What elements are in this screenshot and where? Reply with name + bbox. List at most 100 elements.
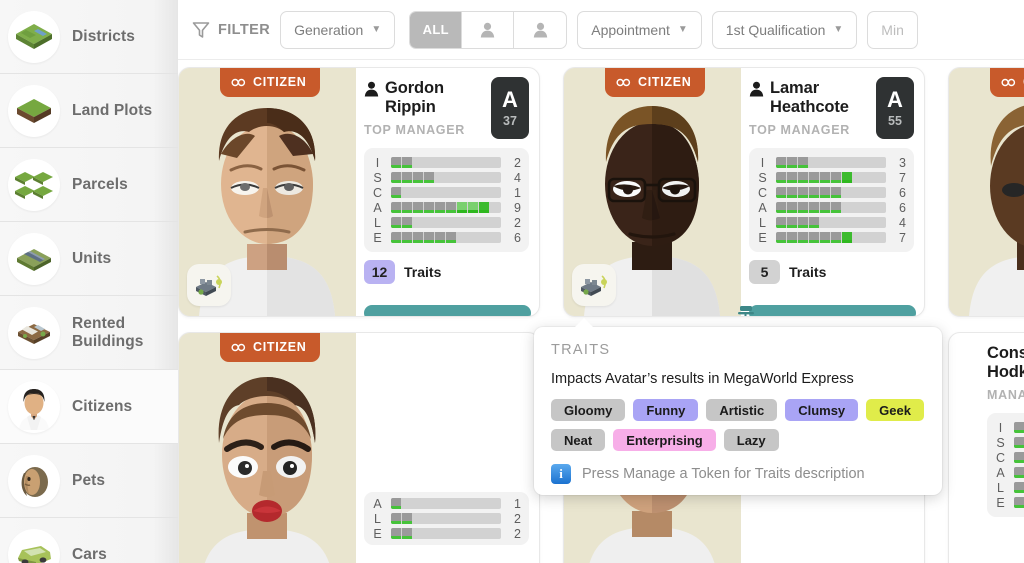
stat-key: E bbox=[996, 495, 1005, 510]
stat-row: I 1 bbox=[993, 420, 1024, 435]
stat-value: 2 bbox=[514, 155, 521, 170]
sidebar-item-pets[interactable]: Pets bbox=[0, 444, 178, 518]
citizen-card[interactable]: CITIZEN bbox=[563, 67, 925, 317]
avatar-art: CITIZEN bbox=[564, 68, 741, 316]
avatar-art: CITIZEN bbox=[179, 333, 356, 563]
stat-row: E 6 bbox=[370, 230, 521, 245]
trait-pill[interactable]: Geek bbox=[866, 399, 924, 421]
stat-value: 4 bbox=[514, 170, 521, 185]
person-bust-icon bbox=[749, 81, 764, 97]
rank-letter: A bbox=[887, 86, 903, 112]
card-body: A 1 L 2 E 2 bbox=[356, 333, 539, 563]
sidebar-item-label: Cars bbox=[72, 545, 107, 563]
tooltip-title: TRAITS bbox=[551, 342, 611, 358]
stat-track bbox=[1014, 467, 1024, 478]
stats-panel: I 1 S 1 C 1 A bbox=[987, 413, 1024, 517]
stat-row: L 2 bbox=[370, 215, 521, 230]
stat-track bbox=[1014, 422, 1024, 433]
stat-track bbox=[776, 202, 886, 213]
sidebar-item-label: Land Plots bbox=[72, 101, 153, 119]
stat-value: 1 bbox=[514, 185, 521, 200]
sidebar-item-citizens[interactable]: Citizens bbox=[0, 370, 178, 444]
appointment-dropdown-label: Appointment bbox=[591, 21, 670, 38]
citizen-card[interactable]: CITIZEN bbox=[948, 67, 1024, 317]
tooltip-footer-text: Press Manage a Token for Traits descript… bbox=[582, 466, 865, 482]
trait-pill[interactable]: Artistic bbox=[706, 399, 778, 421]
stat-track bbox=[776, 232, 886, 243]
name-row: Lamar Heathcote TOP MANAGER A 55 bbox=[749, 77, 914, 139]
stat-track bbox=[1014, 452, 1024, 463]
stat-row: E 1 bbox=[993, 495, 1024, 510]
person-male-icon bbox=[481, 22, 495, 37]
sidebar-item-units[interactable]: Units bbox=[0, 222, 178, 296]
citizen-card[interactable]: Constance Hodkiewic MANAGER K 0 I 1 bbox=[948, 332, 1024, 563]
info-icon: i bbox=[551, 464, 571, 484]
qualification-dropdown[interactable]: 1st Qualification ▼ bbox=[711, 10, 858, 49]
trait-pill[interactable]: Lazy bbox=[723, 429, 779, 451]
pets-icon bbox=[8, 454, 60, 507]
avatar-art: CITIZEN bbox=[949, 68, 1024, 316]
stat-value: 7 bbox=[899, 170, 906, 185]
gender-segmented-control[interactable]: ALL bbox=[409, 10, 568, 49]
trait-pill[interactable]: Neat bbox=[551, 429, 606, 451]
tooltip-footer: i Press Manage a Token for Traits descri… bbox=[551, 464, 925, 484]
stat-track bbox=[391, 202, 501, 213]
stat-key: A bbox=[373, 496, 382, 511]
generation-dropdown[interactable]: Generation ▼ bbox=[280, 10, 396, 49]
building-token-icon[interactable] bbox=[187, 264, 231, 306]
sidebar-item-parcels[interactable]: Parcels bbox=[0, 148, 178, 222]
gender-filter-female[interactable] bbox=[514, 12, 566, 48]
stat-track bbox=[776, 172, 886, 183]
stat-row: E 7 bbox=[755, 230, 906, 245]
stat-row: S 7 bbox=[755, 170, 906, 185]
citizen-card[interactable]: CITIZEN bbox=[178, 67, 540, 317]
stack-icon bbox=[738, 306, 754, 316]
min-input-label: Min bbox=[881, 21, 904, 38]
stat-track bbox=[391, 232, 501, 243]
gender-filter-male[interactable] bbox=[462, 11, 515, 48]
traits-row[interactable]: 12 Traits bbox=[364, 260, 529, 284]
stat-track bbox=[776, 157, 886, 168]
stat-key: E bbox=[373, 526, 382, 541]
min-input[interactable]: Min bbox=[867, 10, 918, 49]
stat-track bbox=[391, 172, 501, 183]
appointment-dropdown[interactable]: Appointment ▼ bbox=[577, 10, 702, 49]
trait-pill[interactable]: Funny bbox=[633, 399, 699, 421]
traits-row[interactable]: 5 Traits bbox=[749, 260, 914, 284]
trait-pill[interactable]: Enterprising bbox=[613, 429, 716, 451]
stat-key: A bbox=[373, 200, 382, 215]
sidebar-item-rented-buildings[interactable]: Rented Buildings bbox=[0, 296, 178, 370]
chain-link-icon bbox=[231, 343, 246, 351]
rank-badge: A 55 bbox=[876, 77, 914, 139]
trait-pill[interactable]: Clumsy bbox=[785, 399, 859, 421]
citizen-card[interactable]: CITIZEN A 1 L 2 E 2 bbox=[178, 332, 540, 563]
stat-track bbox=[1014, 482, 1024, 493]
district-icon bbox=[8, 10, 60, 63]
stats-panel: A 1 L 2 E 2 bbox=[364, 492, 529, 545]
traits-count-badge[interactable]: 5 bbox=[749, 260, 780, 284]
sidebar-item-cars[interactable]: Cars bbox=[0, 518, 178, 563]
filter-bar: FILTER Generation ▼ ALL Appointment ▼ 1s… bbox=[178, 0, 1024, 60]
parcels-icon bbox=[8, 158, 60, 211]
stat-value: 7 bbox=[899, 230, 906, 245]
building-token-icon[interactable] bbox=[572, 264, 616, 306]
trait-pill[interactable]: Gloomy bbox=[551, 399, 626, 421]
stat-track bbox=[391, 528, 501, 539]
sidebar-item-districts[interactable]: Districts bbox=[0, 0, 178, 74]
traits-label: Traits bbox=[404, 264, 442, 280]
stat-row: L 2 bbox=[370, 511, 521, 526]
traits-count-badge[interactable]: 12 bbox=[364, 260, 395, 284]
stat-track bbox=[776, 217, 886, 228]
cars-icon bbox=[8, 528, 60, 563]
stat-key: S bbox=[996, 435, 1005, 450]
stat-track bbox=[391, 498, 501, 509]
stat-value: 6 bbox=[899, 185, 906, 200]
citizen-role: TOP MANAGER bbox=[749, 123, 850, 138]
stat-key: S bbox=[758, 170, 767, 185]
filter-label: FILTER bbox=[218, 21, 271, 38]
gender-filter-all[interactable]: ALL bbox=[410, 11, 463, 48]
stat-row: S 4 bbox=[370, 170, 521, 185]
sidebar-item-land-plots[interactable]: Land Plots bbox=[0, 74, 178, 148]
traits-tooltip: TRAITS Impacts Avatar’s results in MegaW… bbox=[534, 318, 942, 495]
sidebar: Districts Land Plots Parcels Units Rente… bbox=[0, 0, 178, 563]
